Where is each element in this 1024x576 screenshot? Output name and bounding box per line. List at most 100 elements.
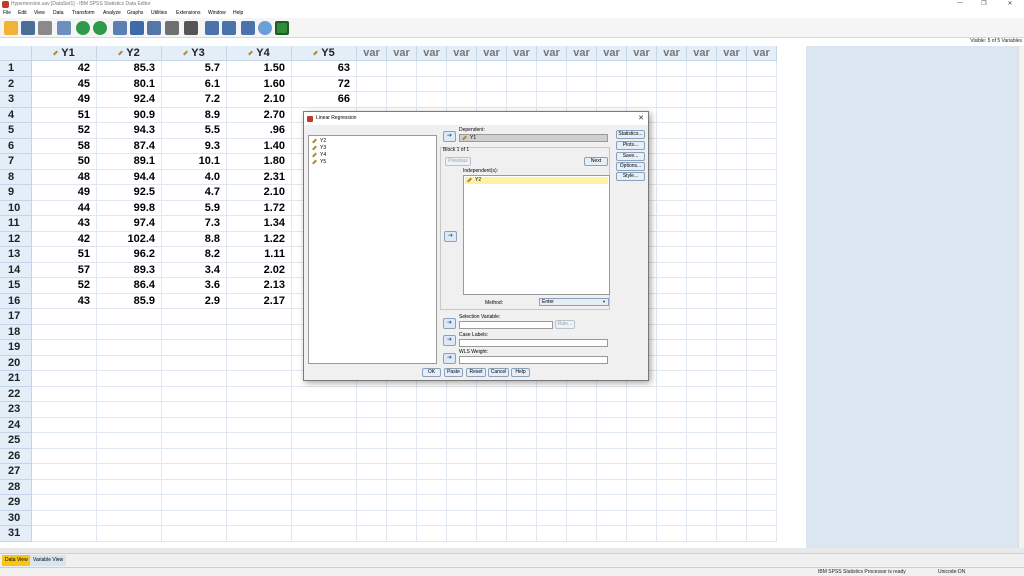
style-button[interactable]: Style... <box>616 172 645 181</box>
data-cell[interactable] <box>717 216 747 232</box>
row-header[interactable]: 18 <box>0 324 32 340</box>
data-cell[interactable] <box>357 402 387 418</box>
data-cell[interactable]: 7.3 <box>162 216 227 232</box>
menu-extensions[interactable]: Extensions <box>176 10 200 16</box>
row-header[interactable]: 13 <box>0 247 32 263</box>
data-cell[interactable] <box>32 324 97 340</box>
redo-icon[interactable] <box>93 21 107 35</box>
selection-variable-field[interactable] <box>459 321 553 329</box>
data-cell[interactable] <box>717 76 747 92</box>
data-cell[interactable] <box>747 510 777 526</box>
data-cell[interactable] <box>657 278 687 294</box>
column-header-var[interactable]: var <box>717 46 747 61</box>
data-cell[interactable] <box>717 92 747 108</box>
data-cell[interactable]: 4.0 <box>162 169 227 185</box>
previous-block-button[interactable]: Previous <box>445 157 471 166</box>
data-cell[interactable] <box>717 433 747 449</box>
data-cell[interactable]: 2.17 <box>227 293 292 309</box>
data-cell[interactable]: 99.8 <box>97 200 162 216</box>
data-cell[interactable]: 45 <box>32 76 97 92</box>
data-cell[interactable] <box>597 92 627 108</box>
data-cell[interactable] <box>477 433 507 449</box>
data-cell[interactable]: 96.2 <box>97 247 162 263</box>
data-cell[interactable] <box>537 76 567 92</box>
data-cell[interactable] <box>597 526 627 542</box>
data-cell[interactable] <box>537 402 567 418</box>
data-cell[interactable] <box>292 433 357 449</box>
data-cell[interactable] <box>657 247 687 263</box>
data-cell[interactable] <box>627 464 657 480</box>
insert-variable-icon[interactable] <box>222 21 236 35</box>
data-cell[interactable]: 3.6 <box>162 278 227 294</box>
data-cell[interactable] <box>747 262 777 278</box>
find-icon[interactable] <box>184 21 198 35</box>
source-var-y5[interactable]: Y5 <box>312 159 326 166</box>
data-cell[interactable] <box>447 76 477 92</box>
row-header[interactable]: 1 <box>0 61 32 77</box>
data-cell[interactable] <box>627 433 657 449</box>
data-cell[interactable] <box>747 495 777 511</box>
data-cell[interactable] <box>657 200 687 216</box>
data-cell[interactable] <box>32 386 97 402</box>
data-cell[interactable] <box>387 464 417 480</box>
data-cell[interactable] <box>292 464 357 480</box>
rule-button[interactable]: Rule... <box>555 320 575 329</box>
data-cell[interactable]: 102.4 <box>97 231 162 247</box>
data-cell[interactable] <box>747 61 777 77</box>
column-header-y2[interactable]: Y2 <box>97 46 162 61</box>
data-cell[interactable] <box>537 510 567 526</box>
data-cell[interactable] <box>447 448 477 464</box>
data-cell[interactable] <box>657 448 687 464</box>
data-cell[interactable] <box>387 510 417 526</box>
data-cell[interactable] <box>717 371 747 387</box>
row-header[interactable]: 26 <box>0 448 32 464</box>
data-cell[interactable] <box>687 386 717 402</box>
data-cell[interactable] <box>477 510 507 526</box>
open-folder-icon[interactable] <box>4 21 18 35</box>
data-cell[interactable] <box>227 417 292 433</box>
data-cell[interactable] <box>627 510 657 526</box>
data-cell[interactable] <box>627 92 657 108</box>
data-cell[interactable]: 90.9 <box>97 107 162 123</box>
data-cell[interactable] <box>657 340 687 356</box>
data-cell[interactable] <box>97 386 162 402</box>
data-cell[interactable] <box>657 92 687 108</box>
data-cell[interactable] <box>32 309 97 325</box>
data-cell[interactable] <box>747 185 777 201</box>
data-cell[interactable] <box>657 324 687 340</box>
data-cell[interactable]: 42 <box>32 231 97 247</box>
row-header[interactable]: 23 <box>0 402 32 418</box>
data-cell[interactable] <box>717 355 747 371</box>
row-header[interactable]: 22 <box>0 386 32 402</box>
column-header-var[interactable]: var <box>447 46 477 61</box>
data-cell[interactable] <box>162 448 227 464</box>
data-cell[interactable] <box>227 340 292 356</box>
data-cell[interactable] <box>507 526 537 542</box>
data-cell[interactable] <box>657 495 687 511</box>
wls-weight-field[interactable] <box>459 356 608 364</box>
data-cell[interactable] <box>687 309 717 325</box>
data-cell[interactable] <box>717 386 747 402</box>
data-cell[interactable] <box>162 340 227 356</box>
data-cell[interactable] <box>417 417 447 433</box>
data-cell[interactable] <box>717 169 747 185</box>
row-header[interactable]: 28 <box>0 479 32 495</box>
data-cell[interactable] <box>657 231 687 247</box>
data-cell[interactable] <box>717 402 747 418</box>
data-cell[interactable]: 8.8 <box>162 231 227 247</box>
data-cell[interactable]: 2.70 <box>227 107 292 123</box>
data-cell[interactable] <box>97 526 162 542</box>
data-cell[interactable] <box>597 402 627 418</box>
data-cell[interactable] <box>687 448 717 464</box>
goto-variable-icon[interactable] <box>130 21 144 35</box>
data-cell[interactable] <box>687 371 717 387</box>
weight-cases-icon[interactable] <box>258 21 272 35</box>
data-cell[interactable]: 2.13 <box>227 278 292 294</box>
data-cell[interactable] <box>32 510 97 526</box>
independents-list[interactable]: Y2 <box>463 175 610 295</box>
column-header-var[interactable]: var <box>537 46 567 61</box>
data-cell[interactable] <box>597 510 627 526</box>
data-cell[interactable] <box>97 433 162 449</box>
data-cell[interactable]: 92.5 <box>97 185 162 201</box>
data-cell[interactable] <box>567 76 597 92</box>
